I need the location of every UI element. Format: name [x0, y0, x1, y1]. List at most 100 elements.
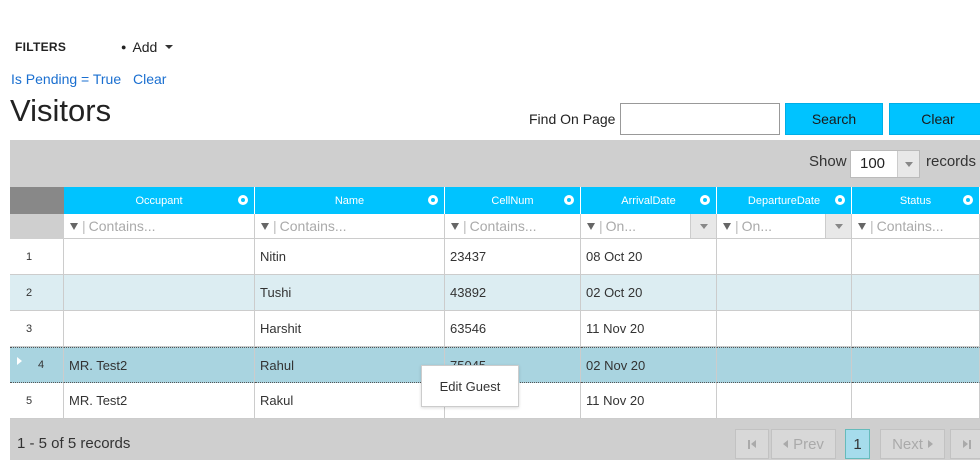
chevron-down-icon[interactable]: [690, 214, 716, 238]
chevron-down-icon[interactable]: [825, 214, 851, 238]
cell-status[interactable]: [852, 383, 980, 419]
grid-header-row: Occupant Name CellNum ArrivalDate Depart…: [10, 187, 980, 214]
filter-occupant[interactable]: | Contains...: [64, 214, 255, 239]
cell-status[interactable]: [852, 311, 980, 347]
cell-arrivaldate[interactable]: 02 Oct 20: [581, 275, 717, 311]
filter-placeholder: On...: [741, 218, 772, 234]
column-header-label: Name: [334, 194, 365, 207]
column-header-label: Status: [899, 194, 932, 207]
prev-page-button[interactable]: Prev: [771, 429, 836, 459]
gear-icon[interactable]: [564, 195, 574, 205]
cell-cellnum[interactable]: 43892: [445, 275, 581, 311]
page-size-value: 100: [860, 155, 886, 172]
column-header-status[interactable]: Status: [852, 187, 980, 214]
add-filter-dropdown[interactable]: ● Add: [121, 39, 174, 55]
gear-icon[interactable]: [428, 195, 438, 205]
column-header-label: ArrivalDate: [621, 194, 676, 207]
cell-occupant[interactable]: [64, 311, 255, 347]
cell-name[interactable]: Tushi: [255, 275, 445, 311]
column-header-label: CellNum: [491, 194, 534, 207]
column-header-departuredate[interactable]: DepartureDate: [717, 187, 852, 214]
column-header-cellnum[interactable]: CellNum: [445, 187, 581, 214]
filter-corner-cell: [10, 214, 64, 239]
filter-icon[interactable]: [723, 222, 731, 230]
records-label: records: [926, 153, 977, 170]
cell-arrivaldate[interactable]: 02 Nov 20: [581, 347, 717, 383]
filter-status[interactable]: | Contains...: [852, 214, 980, 239]
page-title: Visitors: [10, 93, 112, 128]
filter-icon[interactable]: [70, 222, 78, 230]
filter-name[interactable]: | Contains...: [255, 214, 445, 239]
first-page-button[interactable]: [735, 429, 769, 459]
cell-name[interactable]: Nitin: [255, 239, 445, 275]
row-number: 3: [10, 311, 64, 347]
row-number: 5: [10, 383, 64, 419]
last-page-button[interactable]: [950, 429, 980, 459]
cell-status[interactable]: [852, 239, 980, 275]
cell-cellnum[interactable]: 23437: [445, 239, 581, 275]
table-row[interactable]: 1 Nitin 23437 08 Oct 20: [10, 239, 980, 275]
gear-icon[interactable]: [835, 195, 845, 205]
column-header-occupant[interactable]: Occupant: [64, 187, 255, 214]
filter-arrivaldate[interactable]: | On...: [581, 214, 717, 239]
pager-info: 1 - 5 of 5 records: [17, 435, 131, 452]
chevron-down-icon[interactable]: [897, 151, 919, 177]
column-header-label: DepartureDate: [747, 194, 821, 207]
cell-status[interactable]: [852, 347, 980, 383]
filters-label: FILTERS: [15, 40, 67, 54]
table-row[interactable]: 2 Tushi 43892 02 Oct 20: [10, 275, 980, 311]
cell-cellnum[interactable]: 63546: [445, 311, 581, 347]
filter-placeholder: Contains...: [279, 218, 347, 234]
column-header-name[interactable]: Name: [255, 187, 445, 214]
cell-departuredate[interactable]: [717, 383, 852, 419]
row-pointer-icon: [17, 357, 22, 365]
cell-departuredate[interactable]: [717, 275, 852, 311]
chevron-right-icon: [927, 440, 933, 448]
cell-name[interactable]: Harshit: [255, 311, 445, 347]
cell-occupant[interactable]: MR. Test2: [64, 383, 255, 419]
cell-departuredate[interactable]: [717, 239, 852, 275]
gear-icon[interactable]: [963, 195, 973, 205]
search-button[interactable]: Search: [785, 103, 883, 135]
chevron-left-icon: [783, 440, 789, 448]
active-filter-link[interactable]: Is Pending = True: [11, 71, 121, 87]
filter-icon[interactable]: [858, 222, 866, 230]
filter-icon[interactable]: [261, 222, 269, 230]
cell-arrivaldate[interactable]: 11 Nov 20: [581, 383, 717, 419]
gear-icon[interactable]: [700, 195, 710, 205]
find-on-page-label: Find On Page: [529, 111, 616, 127]
cell-departuredate[interactable]: [717, 347, 852, 383]
clear-button[interactable]: Clear: [889, 103, 980, 135]
filter-icon[interactable]: [451, 222, 459, 230]
current-page-button[interactable]: 1: [845, 429, 870, 459]
cell-departuredate[interactable]: [717, 311, 852, 347]
find-on-page-input[interactable]: [620, 103, 780, 135]
next-page-button[interactable]: Next: [880, 429, 945, 459]
next-page-label: Next: [892, 435, 923, 453]
cell-occupant[interactable]: [64, 239, 255, 275]
grid-filter-row: | Contains... | Contains... | Contains..…: [10, 214, 980, 239]
column-header-arrivaldate[interactable]: ArrivalDate: [581, 187, 717, 214]
cell-name[interactable]: Rakul: [255, 383, 445, 419]
page-size-select[interactable]: 100: [850, 150, 920, 178]
gear-icon[interactable]: [238, 195, 248, 205]
last-page-icon: [963, 440, 968, 448]
cell-occupant[interactable]: MR. Test2: [64, 347, 255, 383]
context-menu-edit-guest[interactable]: Edit Guest: [421, 365, 519, 407]
filter-icon[interactable]: [587, 222, 595, 230]
filter-placeholder: On...: [605, 218, 636, 234]
cell-name[interactable]: Rahul: [255, 347, 445, 383]
clear-filter-link[interactable]: Clear: [133, 71, 166, 87]
cell-arrivaldate[interactable]: 08 Oct 20: [581, 239, 717, 275]
show-label: Show: [809, 153, 847, 170]
table-row[interactable]: 3 Harshit 63546 11 Nov 20: [10, 311, 980, 347]
prev-page-label: Prev: [793, 435, 824, 453]
filter-cellnum[interactable]: | Contains...: [445, 214, 581, 239]
cell-occupant[interactable]: [64, 275, 255, 311]
row-number: 4: [10, 347, 64, 383]
cell-status[interactable]: [852, 275, 980, 311]
filter-placeholder: Contains...: [469, 218, 537, 234]
bullet-icon: ●: [121, 42, 127, 52]
cell-arrivaldate[interactable]: 11 Nov 20: [581, 311, 717, 347]
filter-departuredate[interactable]: | On...: [717, 214, 852, 239]
